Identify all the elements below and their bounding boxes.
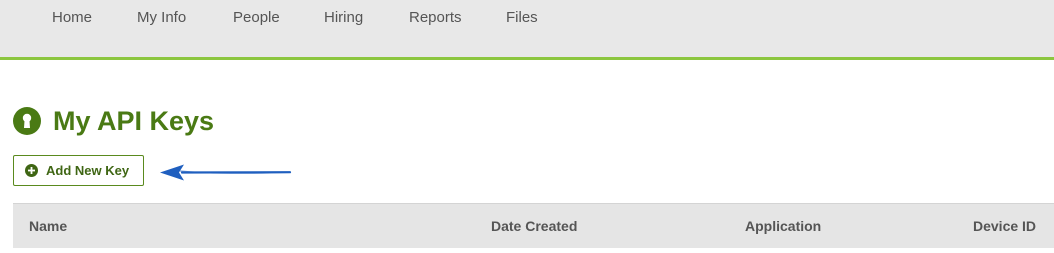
nav-item-files[interactable]: Files — [506, 9, 538, 26]
add-new-key-button[interactable]: Add New Key — [13, 155, 144, 186]
table-header: Name Date Created Application Device ID — [13, 203, 1054, 248]
nav-item-reports[interactable]: Reports — [409, 9, 462, 26]
column-header-application[interactable]: Application — [745, 218, 821, 234]
page-title: My API Keys — [53, 105, 215, 136]
column-header-date-created[interactable]: Date Created — [491, 218, 577, 234]
column-header-device-id[interactable]: Device ID — [973, 218, 1036, 234]
annotation-arrow-icon — [160, 164, 292, 181]
page-header: My API Keys — [13, 104, 214, 138]
plus-circle-icon — [25, 164, 38, 177]
top-navigation: Home My Info People Hiring Reports Files — [0, 0, 1054, 60]
nav-item-my-info[interactable]: My Info — [137, 9, 186, 26]
nav-item-home[interactable]: Home — [52, 9, 92, 26]
nav-item-people[interactable]: People — [233, 9, 280, 26]
column-header-name[interactable]: Name — [29, 218, 67, 234]
keyhole-icon — [13, 107, 41, 135]
add-new-key-label: Add New Key — [46, 163, 130, 178]
nav-item-hiring[interactable]: Hiring — [324, 9, 363, 26]
